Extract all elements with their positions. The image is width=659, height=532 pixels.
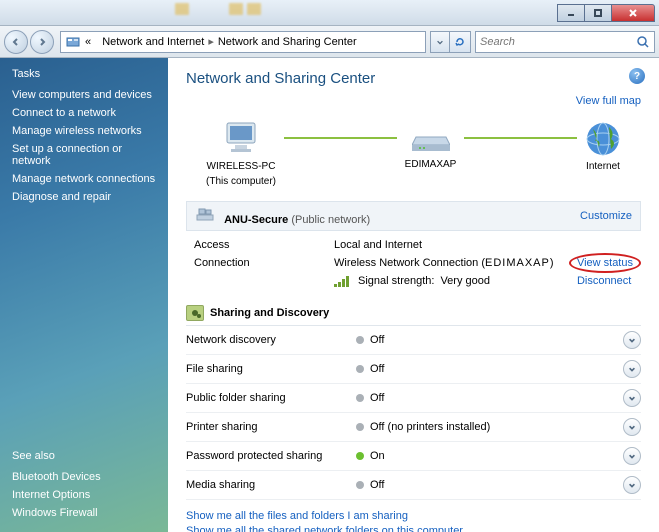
sidebar-seealso-bluetooth[interactable]: Bluetooth Devices <box>0 468 168 486</box>
footer-link-files[interactable]: Show me all the files and folders I am s… <box>186 510 641 522</box>
map-node-internet: Internet <box>585 121 621 187</box>
sharing-row-0: Network discovery Off <box>186 326 641 355</box>
back-button[interactable] <box>4 30 28 54</box>
footer-link-folders[interactable]: Show me all the shared network folders o… <box>186 525 641 532</box>
status-dot-icon <box>356 423 364 431</box>
computer-icon <box>221 121 261 157</box>
sharing-row-2: Public folder sharing Off <box>186 384 641 413</box>
breadcrumb-item-2[interactable]: Network and Sharing Center <box>218 36 357 48</box>
help-icon[interactable]: ? <box>629 68 645 84</box>
view-status-link[interactable]: View status <box>577 257 633 269</box>
map-pc-sublabel: (This computer) <box>206 176 276 187</box>
sidebar-item-manage-wireless[interactable]: Manage wireless networks <box>0 122 168 140</box>
status-dot-icon <box>356 394 364 402</box>
page-title: Network and Sharing Center <box>186 70 641 87</box>
sidebar-item-view-computers[interactable]: View computers and devices <box>0 86 168 104</box>
signal-bars-icon <box>334 275 352 287</box>
customize-link[interactable]: Customize <box>580 210 632 222</box>
sharing-label: Public folder sharing <box>186 392 356 404</box>
sidebar-item-setup-connection[interactable]: Set up a connection or network <box>0 140 168 170</box>
map-node-ap: EDIMAXAP <box>405 123 457 185</box>
search-box[interactable] <box>475 31 655 53</box>
access-label: Access <box>194 239 324 251</box>
navbar: « Network and Internet ▸ Network and Sha… <box>0 26 659 58</box>
breadcrumb-sep <box>95 36 98 48</box>
breadcrumb-prefix[interactable]: « <box>85 36 91 48</box>
network-map: WIRELESS-PC (This computer) EDIMAXAP Int… <box>186 113 641 191</box>
sharing-label: File sharing <box>186 363 356 375</box>
sharing-value: Off <box>370 363 623 375</box>
forward-button[interactable] <box>30 30 54 54</box>
signal-value: Very good <box>440 275 490 287</box>
sharing-label: Password protected sharing <box>186 450 356 462</box>
map-internet-label: Internet <box>586 161 620 172</box>
map-node-pc: WIRELESS-PC (This computer) <box>206 121 276 187</box>
background-blur <box>175 3 261 15</box>
connection-value: Wireless Network Connection (EDIMAXAP) <box>334 257 567 269</box>
breadcrumb-item-1[interactable]: Network and Internet <box>102 36 204 48</box>
control-panel-icon <box>65 35 81 49</box>
sharing-label: Network discovery <box>186 334 356 346</box>
sidebar-item-manage-connections[interactable]: Manage network connections <box>0 170 168 188</box>
tasks-heading: Tasks <box>0 68 168 86</box>
maximize-button[interactable] <box>584 4 612 22</box>
minimize-button[interactable] <box>557 4 585 22</box>
network-header: ANU-Secure (Public network) Customize <box>186 201 641 231</box>
globe-icon <box>585 121 621 157</box>
expand-button[interactable] <box>623 476 641 494</box>
sharing-value: Off (no printers installed) <box>370 421 623 433</box>
sharing-row-1: File sharing Off <box>186 355 641 384</box>
sharing-title: Sharing and Discovery <box>210 307 329 319</box>
titlebar <box>0 0 659 26</box>
refresh-button[interactable] <box>449 31 471 53</box>
close-button[interactable] <box>611 4 655 22</box>
sharing-header: Sharing and Discovery <box>186 301 641 326</box>
sidebar-item-connect-network[interactable]: Connect to a network <box>0 104 168 122</box>
sharing-row-5: Media sharing Off <box>186 471 641 500</box>
sidebar-item-diagnose-repair[interactable]: Diagnose and repair <box>0 188 168 206</box>
connection-label: Connection <box>194 257 324 269</box>
breadcrumb-sep-icon: ▸ <box>208 35 214 48</box>
switch-icon <box>412 123 450 155</box>
map-connection-2 <box>464 137 577 139</box>
sidebar-seealso-internet-options[interactable]: Internet Options <box>0 486 168 504</box>
expand-button[interactable] <box>623 389 641 407</box>
search-icon <box>636 35 650 49</box>
breadcrumb-dropdown[interactable] <box>430 31 450 53</box>
sidebar: Tasks View computers and devices Connect… <box>0 58 168 532</box>
sharing-label: Printer sharing <box>186 421 356 433</box>
signal-label: Signal strength: <box>358 275 434 287</box>
expand-button[interactable] <box>623 331 641 349</box>
view-full-map-link[interactable]: View full map <box>576 95 641 107</box>
content-pane: ? Network and Sharing Center View full m… <box>168 58 659 532</box>
sidebar-seealso-windows-firewall[interactable]: Windows Firewall <box>0 504 168 522</box>
expand-button[interactable] <box>623 360 641 378</box>
network-icon <box>195 206 215 224</box>
sharing-icon <box>186 305 204 321</box>
map-connection-1 <box>284 137 397 139</box>
expand-button[interactable] <box>623 418 641 436</box>
status-dot-icon <box>356 336 364 344</box>
sharing-value: On <box>370 450 623 462</box>
map-ap-label: EDIMAXAP <box>405 159 457 170</box>
sharing-row-4: Password protected sharing On <box>186 442 641 471</box>
status-dot-icon <box>356 365 364 373</box>
signal-row: Signal strength: Very good <box>334 275 567 287</box>
network-name: ANU-Secure <box>224 214 288 226</box>
sharing-value: Off <box>370 334 623 346</box>
status-dot-icon <box>356 452 364 460</box>
map-pc-label: WIRELESS-PC <box>207 161 276 172</box>
network-type: (Public network) <box>291 214 370 226</box>
disconnect-link[interactable]: Disconnect <box>577 275 631 287</box>
seealso-heading: See also <box>0 450 168 468</box>
sharing-value: Off <box>370 479 623 491</box>
sharing-value: Off <box>370 392 623 404</box>
breadcrumb[interactable]: « Network and Internet ▸ Network and Sha… <box>60 31 426 53</box>
expand-button[interactable] <box>623 447 641 465</box>
access-value: Local and Internet <box>334 239 567 251</box>
sharing-row-3: Printer sharing Off (no printers installe… <box>186 413 641 442</box>
search-input[interactable] <box>480 36 636 48</box>
status-dot-icon <box>356 481 364 489</box>
sharing-label: Media sharing <box>186 479 356 491</box>
